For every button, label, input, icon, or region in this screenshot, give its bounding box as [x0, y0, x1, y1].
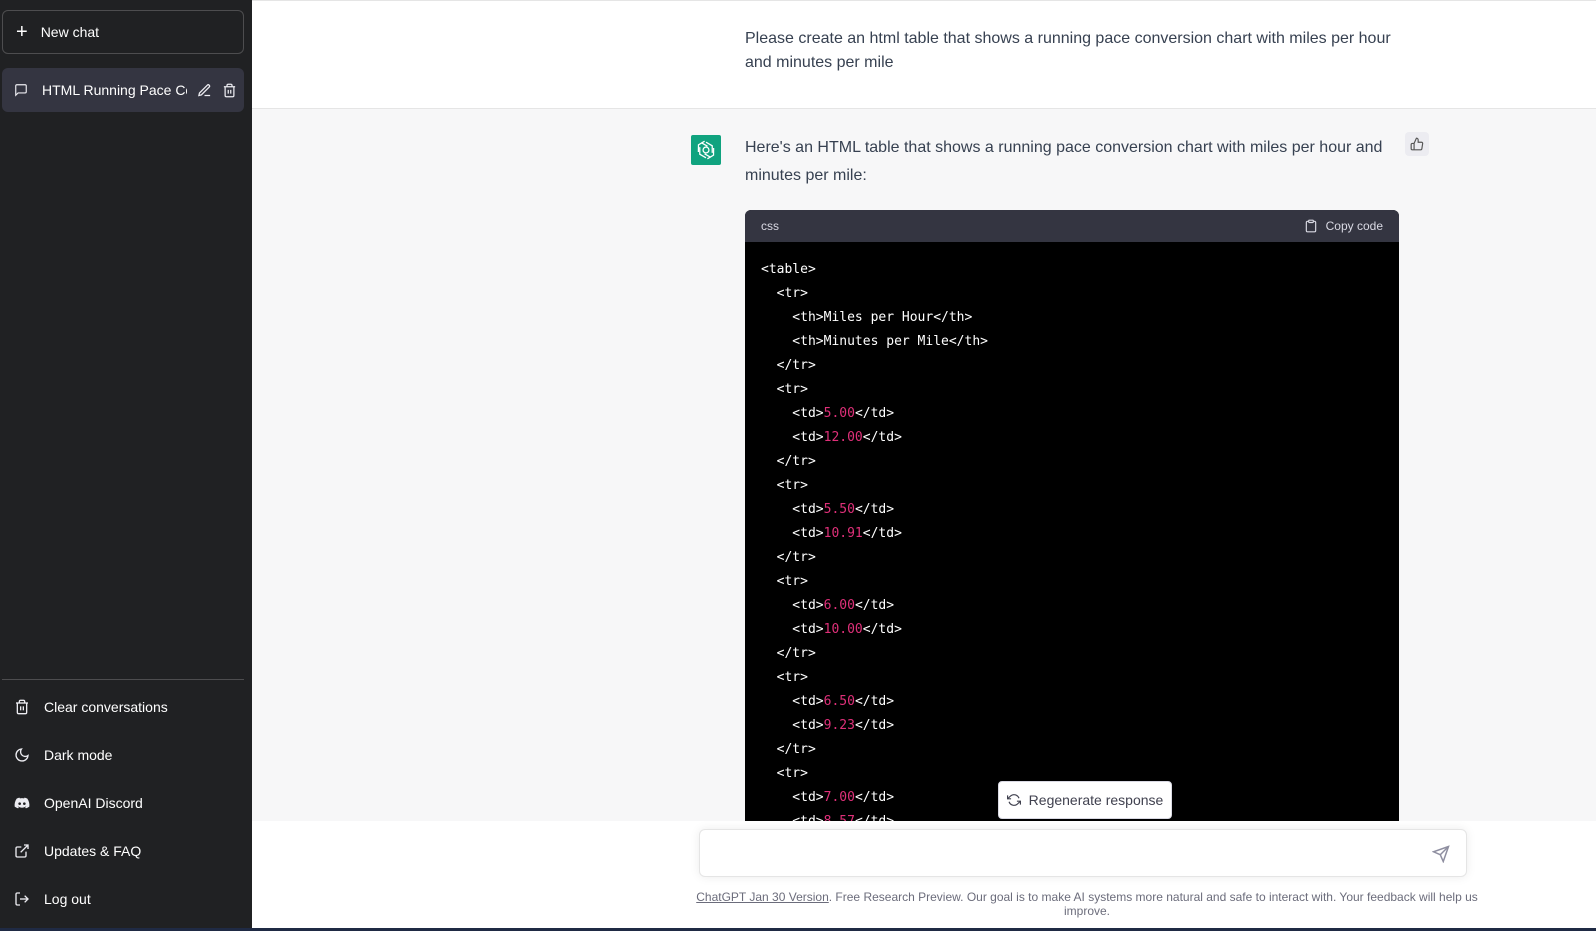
- updates-faq-label: Updates & FAQ: [44, 843, 142, 859]
- code-line: <th>Minutes per Mile</th>: [761, 334, 988, 349]
- footer-text: . Free Research Preview. Our goal is to …: [828, 890, 1478, 918]
- code-line: <td>6.00</td>: [761, 598, 895, 613]
- code-line: <th>Miles per Hour</th>: [761, 310, 973, 325]
- code-number: 6.00: [823, 598, 855, 613]
- sidebar: + New chat HTML Running Pace Co Clear co…: [0, 0, 252, 931]
- assistant-message-text: Here's an HTML table that shows a runnin…: [745, 139, 1383, 184]
- edit-icon[interactable]: [197, 83, 212, 98]
- version-link[interactable]: ChatGPT Jan 30 Version: [696, 890, 829, 904]
- code-line: <tr>: [761, 478, 808, 493]
- updates-faq-link[interactable]: Updates & FAQ: [2, 829, 244, 873]
- openai-logo-icon: [691, 135, 721, 165]
- code-number: 12.00: [823, 430, 863, 445]
- main-panel: Please create an html table that shows a…: [252, 0, 1596, 931]
- code-header: css Copy code: [745, 210, 1399, 242]
- message-input-box: [699, 829, 1467, 877]
- code-header-1: Miles per Hour: [823, 310, 934, 325]
- send-icon[interactable]: [1432, 845, 1450, 863]
- clipboard-icon: [1305, 219, 1316, 233]
- code-line: <tr>: [761, 382, 808, 397]
- code-number: 5.50: [823, 502, 855, 517]
- refresh-icon: [1006, 794, 1021, 806]
- logout-icon: [15, 892, 29, 906]
- code-number: 9.23: [823, 718, 855, 733]
- code-header-2: Minutes per Mile: [823, 334, 949, 349]
- code-line: </tr>: [761, 646, 816, 661]
- code-line: <td>12.00</td>: [761, 430, 902, 445]
- code-number: 10.00: [823, 622, 863, 637]
- composer-area: ChatGPT Jan 30 Version. Free Research Pr…: [252, 821, 1596, 931]
- footer-note: ChatGPT Jan 30 Version. Free Research Pr…: [682, 890, 1492, 918]
- conversation-title: HTML Running Pace Co: [42, 82, 187, 98]
- clear-conversations-label: Clear conversations: [44, 699, 168, 715]
- dark-mode-button[interactable]: Dark mode: [2, 733, 244, 777]
- code-line: <td>10.91</td>: [761, 526, 902, 541]
- clear-conversations-button[interactable]: Clear conversations: [2, 685, 244, 729]
- logout-label: Log out: [44, 891, 91, 907]
- logout-button[interactable]: Log out: [2, 877, 244, 921]
- code-line: <tr>: [761, 670, 808, 685]
- sidebar-divider: [2, 679, 244, 680]
- code-number: 10.91: [823, 526, 863, 541]
- copy-code-label: Copy code: [1325, 219, 1383, 233]
- thumbs-up-icon: [1410, 137, 1424, 151]
- new-chat-label: New chat: [40, 24, 100, 40]
- new-chat-button[interactable]: + New chat: [2, 10, 244, 54]
- chat-bubble-icon: [15, 84, 27, 97]
- plus-icon: +: [16, 21, 28, 43]
- code-line: <td>10.00</td>: [761, 622, 902, 637]
- thumbs-up-button[interactable]: [1405, 132, 1429, 156]
- assistant-message: Here's an HTML table that shows a runnin…: [252, 109, 1596, 931]
- moon-icon: [15, 748, 29, 762]
- code-line: </tr>: [761, 550, 816, 565]
- copy-code-button[interactable]: Copy code: [1304, 219, 1383, 233]
- regenerate-label: Regenerate response: [1028, 792, 1164, 808]
- discord-icon: [14, 797, 30, 809]
- code-line: <td>5.50</td>: [761, 502, 895, 517]
- user-message-text: Please create an html table that shows a…: [745, 30, 1391, 71]
- code-line: <td>6.50</td>: [761, 694, 895, 709]
- code-line: <td>5.00</td>: [761, 406, 895, 421]
- code-line: </tr>: [761, 454, 816, 469]
- dark-mode-label: Dark mode: [44, 747, 113, 763]
- conversation-item[interactable]: HTML Running Pace Co: [2, 68, 244, 112]
- code-number: 5.00: [823, 406, 855, 421]
- user-message: Please create an html table that shows a…: [252, 0, 1596, 109]
- code-number: 6.50: [823, 694, 855, 709]
- regenerate-response-button[interactable]: Regenerate response: [998, 781, 1172, 819]
- code-number: 7.00: [823, 790, 855, 805]
- code-content: <table> <tr> <th>Miles per Hour</th> <th…: [745, 242, 1399, 850]
- code-language: css: [761, 219, 779, 233]
- code-line: </tr>: [761, 742, 816, 757]
- delete-icon[interactable]: [222, 83, 237, 98]
- message-input[interactable]: [716, 842, 1420, 870]
- trash-icon: [16, 699, 28, 715]
- code-line: <tr>: [761, 766, 808, 781]
- external-link-icon: [15, 844, 29, 858]
- code-line: <td>9.23</td>: [761, 718, 895, 733]
- discord-link[interactable]: OpenAI Discord: [2, 781, 244, 825]
- code-line: <tr>: [761, 286, 808, 301]
- code-line: <td>7.00</td>: [761, 790, 895, 805]
- code-line: </tr>: [761, 358, 816, 373]
- code-line: <tr>: [761, 574, 808, 589]
- discord-label: OpenAI Discord: [44, 795, 143, 811]
- code-line: <table>: [761, 262, 816, 277]
